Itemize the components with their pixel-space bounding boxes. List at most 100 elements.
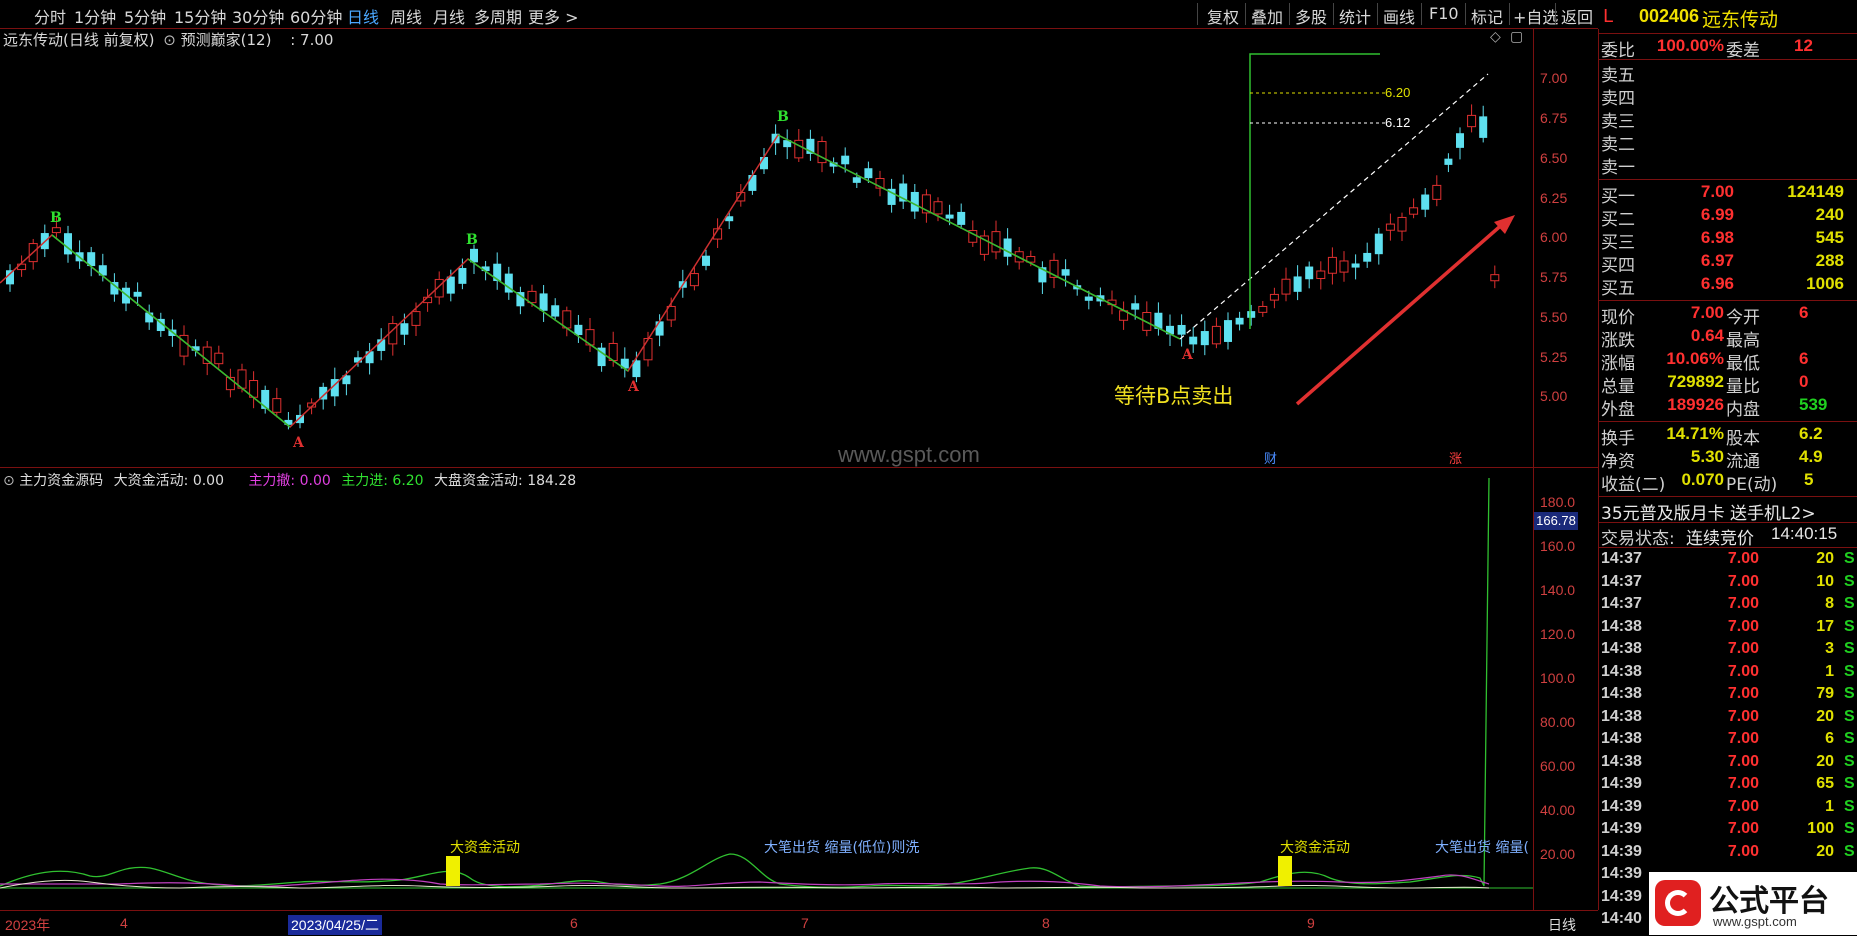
tab-5min[interactable]: 5分钟 <box>124 4 166 28</box>
wave-line-down-3 <box>777 134 1181 340</box>
stat-label: 净资 <box>1601 452 1635 472</box>
tick-price: 7.00 <box>1727 572 1759 590</box>
quote-panel: L 002406 远东传动 委比 100.00% 委差 12 卖五 卖四 卖三 … <box>1599 0 1857 935</box>
stat-value: 189926 <box>1667 395 1724 414</box>
promo-text[interactable]: 35元普及版月卡 送手机L2> <box>1601 499 1816 524</box>
ask-label: 卖三 <box>1601 112 1635 132</box>
stat-label: 内盘 <box>1726 400 1760 420</box>
indicator-pane[interactable]: ⊙ 主力资金源码 大资金活动: 0.00 主力撤: 0.00 主力进: 6.20… <box>0 468 1534 910</box>
price-tick: 5.50 <box>1540 309 1568 325</box>
indicator-tick: 80.00 <box>1540 714 1576 730</box>
kline-pane[interactable]: 远东传动(日线 前复权) ⊙ 预测巅家(12) : 7.00 ◇ ▢ B A B… <box>0 29 1534 468</box>
stats-button[interactable]: 统计 <box>1339 4 1371 28</box>
tab-60min[interactable]: 60分钟 <box>290 4 342 28</box>
candle-body <box>794 139 804 159</box>
ask-row: 卖一 <box>1599 153 1857 178</box>
tab-15min[interactable]: 15分钟 <box>174 4 226 28</box>
stat-value: 0.64 <box>1690 326 1724 345</box>
tab-monthly[interactable]: 月线 <box>433 4 465 28</box>
wave-label-b2: B <box>466 232 478 248</box>
tick-volume: 17 <box>1816 617 1834 635</box>
arrow-line <box>1295 220 1507 406</box>
tick-row: 14:39 7.00 20 S <box>1599 843 1857 865</box>
candle-body <box>493 263 502 282</box>
stat-row: 外盘 189926 内盘 539 <box>1599 395 1857 420</box>
tick-time: 14:38 <box>1601 617 1642 635</box>
stat-value: 539 <box>1799 395 1828 414</box>
candle-body <box>1084 296 1093 301</box>
tab-more[interactable]: 更多 > <box>528 4 579 28</box>
date-label: 4 <box>120 915 128 931</box>
ask-row: 卖二 <box>1599 130 1857 155</box>
candle-body <box>1177 324 1186 335</box>
indicator-tick: 20.00 <box>1540 846 1576 862</box>
candle-body <box>1432 184 1442 200</box>
tick-time: 14:39 <box>1601 775 1642 792</box>
bid-label: 买三 <box>1601 233 1635 253</box>
bid-row: 买二 6.99 240 <box>1599 205 1857 230</box>
candle-body <box>1456 133 1464 148</box>
logo-mark-icon <box>1655 880 1701 926</box>
date-axis: 2023年 4 2023/04/25/二 6 7 8 9 日线 <box>0 910 1598 936</box>
bid-row: 买五 6.96 1006 <box>1599 274 1857 299</box>
tab-30min[interactable]: 30分钟 <box>232 4 284 28</box>
watermark: www.gspt.com <box>837 442 980 467</box>
tab-1min[interactable]: 1分钟 <box>74 4 116 28</box>
add-watchlist-button[interactable]: +自选 <box>1513 4 1558 28</box>
candle-body <box>643 338 653 361</box>
tick-row: 14:38 7.00 20 S <box>1599 708 1857 730</box>
candle-body <box>1061 269 1070 276</box>
weibi-value: 100.00% <box>1656 36 1724 55</box>
candle-body <box>841 155 850 165</box>
ask-label: 卖五 <box>1601 66 1635 86</box>
tick-side: S <box>1844 662 1855 680</box>
tab-fenshi[interactable]: 分时 <box>34 4 66 28</box>
note-sell-1: 大笔出货 缩量(低位)则洗 <box>764 839 919 856</box>
tab-multi-period[interactable]: 多周期 <box>474 4 522 28</box>
candle-body <box>1397 216 1407 232</box>
candle-body <box>1490 274 1500 282</box>
tick-price: 7.00 <box>1727 820 1759 837</box>
stat-row: 涨跌 0.64 最高 <box>1599 326 1857 351</box>
candle-body <box>1305 266 1314 280</box>
candle-body <box>1351 263 1360 268</box>
candle-body <box>1258 305 1268 313</box>
overlay-button[interactable]: 叠加 <box>1251 4 1283 28</box>
target-label-2: 6.12 <box>1385 115 1410 130</box>
tick-time: 14:39 <box>1601 842 1642 860</box>
wave-label-b1: B <box>50 210 62 226</box>
bid-price: 6.98 <box>1700 228 1734 247</box>
tick-time: 14:37 <box>1601 550 1642 567</box>
kline-svg: B A B A B A 6.20 6.12 等待B点卖出 www.gspt.co… <box>0 53 1515 467</box>
tab-weekly[interactable]: 周线 <box>390 4 422 28</box>
trade-state: 连续竞价 <box>1686 529 1754 549</box>
price-tick: 7.00 <box>1540 70 1568 86</box>
tab-daily[interactable]: 日线 <box>347 4 379 28</box>
candle-body <box>702 255 710 266</box>
flag-icon: L <box>1603 6 1614 27</box>
mark-button[interactable]: 标记 <box>1471 4 1503 28</box>
f10-button[interactable]: F10 <box>1429 4 1459 23</box>
stat-label: 最高 <box>1726 331 1760 351</box>
tick-volume: 20 <box>1816 707 1834 725</box>
candle-body <box>1200 331 1209 346</box>
tick-side: S <box>1844 797 1855 815</box>
tick-side: S <box>1844 707 1855 725</box>
back-button[interactable]: 返回 <box>1561 4 1593 28</box>
event-fin: 财 <box>1264 452 1277 467</box>
candle-body <box>446 276 455 294</box>
indicator-tick: 140.0 <box>1540 582 1576 598</box>
promo-link[interactable]: 35元普及版月卡 送手机L2> <box>1599 499 1857 524</box>
adjust-button[interactable]: 复权 <box>1207 4 1239 28</box>
date-label: 6 <box>570 915 578 931</box>
multi-stock-button[interactable]: 多股 <box>1295 4 1327 28</box>
period-label[interactable]: 日线 <box>1548 915 1576 935</box>
candle-body <box>1467 114 1477 128</box>
tick-side: S <box>1844 640 1855 657</box>
draw-line-button[interactable]: 画线 <box>1383 4 1415 28</box>
date-label: 8 <box>1042 915 1050 931</box>
stat-label: 外盘 <box>1601 400 1635 420</box>
current-value-marker: 166.78 <box>1534 512 1578 530</box>
tick-time: 14:39 <box>1601 820 1642 837</box>
stat-value: 10.06% <box>1666 349 1724 368</box>
